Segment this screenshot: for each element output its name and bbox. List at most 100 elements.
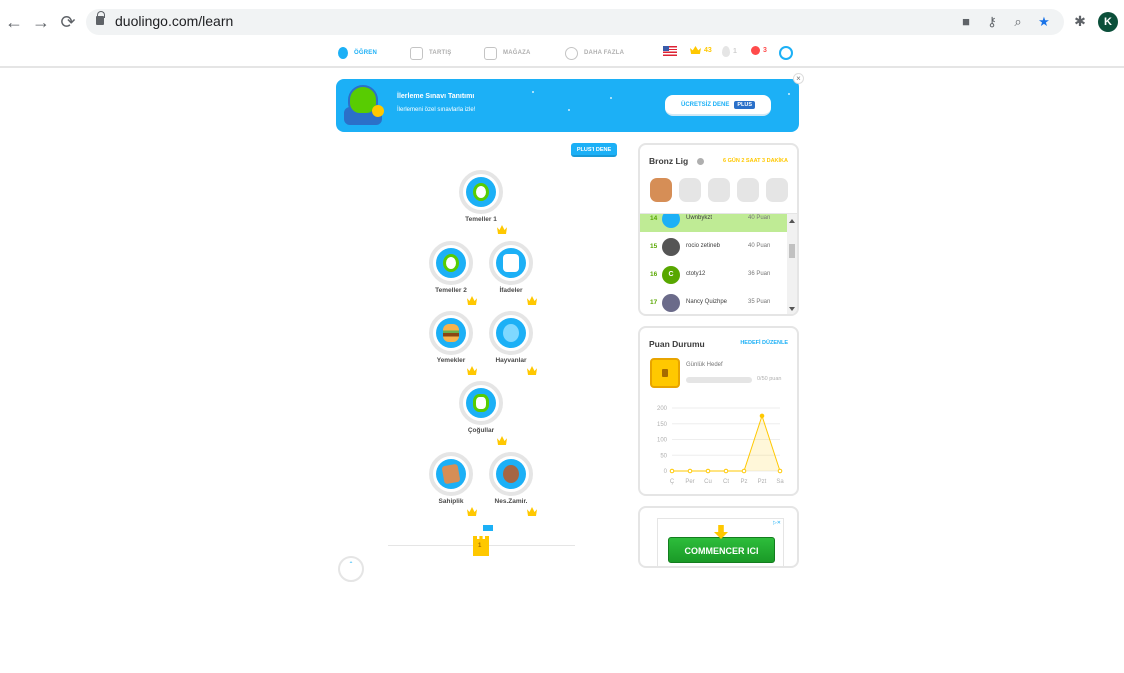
data-point xyxy=(687,468,693,474)
crowns-count[interactable]: 43 xyxy=(690,46,712,54)
crown-icon xyxy=(527,507,537,516)
skill-yemekler[interactable]: Yemekler xyxy=(421,311,481,375)
y-tick-label: 100 xyxy=(657,438,668,444)
address-bar[interactable]: duolingo.com/learn ■ ⚷ ⌕ ★ xyxy=(86,9,1064,35)
scroll-thumb[interactable] xyxy=(789,244,795,258)
url-text[interactable]: duolingo.com/learn xyxy=(115,13,233,29)
x-tick-label: Ç xyxy=(670,479,675,485)
daily-goal-progress-bar xyxy=(686,377,752,383)
scroll-up-button[interactable]: ⌃ xyxy=(338,556,364,582)
info-icon[interactable] xyxy=(697,158,704,165)
streak-count[interactable]: 1 xyxy=(722,46,737,57)
checkpoint-number: 1 xyxy=(478,543,482,549)
free-trial-button[interactable]: ÜCRETSİZ DENE PLUS xyxy=(665,95,771,116)
bookmark-star-icon[interactable]: ★ xyxy=(1036,14,1052,30)
skill-ifadeler[interactable]: İfadeler xyxy=(481,241,541,305)
rank-points: 36 Puan xyxy=(748,271,771,277)
extensions-icon[interactable]: ✱ xyxy=(1072,13,1088,29)
user-avatar xyxy=(662,294,680,312)
skill-hayvanlar[interactable]: Hayvanlar xyxy=(481,311,541,375)
forward-arrow-icon[interactable]: → xyxy=(31,12,51,32)
skill-sahiplik[interactable]: Sahiplik xyxy=(421,452,481,516)
crown-icon xyxy=(690,46,701,54)
leaderboard-row[interactable]: 16 C ctoty12 36 Puan xyxy=(640,260,787,288)
zoom-icon[interactable]: ⌕ xyxy=(1010,14,1026,30)
xp-chart: 0 50 100 150 200 Ç Per Cu Ct Pz Pzt Sa xyxy=(657,406,784,485)
flower-icon xyxy=(473,394,489,412)
badge-icon xyxy=(372,105,384,117)
hearts-value: 3 xyxy=(763,47,767,54)
ad-button[interactable]: COMMENCER ICI xyxy=(668,537,775,563)
camera-icon[interactable]: ■ xyxy=(958,14,974,30)
x-tick-label: Ct xyxy=(723,479,729,485)
rank-points: 40 Puan xyxy=(748,215,771,221)
y-tick-label: 50 xyxy=(660,453,667,459)
edit-goal-link[interactable]: HEDEFİ DÜZENLE xyxy=(740,340,788,346)
data-point xyxy=(723,468,729,474)
skill-ring xyxy=(459,170,503,214)
user-avatar xyxy=(662,214,680,228)
nav-discuss-label: TARTIŞ xyxy=(429,50,452,56)
key-icon[interactable]: ⚷ xyxy=(984,14,1000,30)
scroll-up-arrow-icon[interactable] xyxy=(789,219,795,223)
streak-value: 1 xyxy=(733,48,737,55)
leaderboard-scrollbar[interactable] xyxy=(787,214,797,314)
ad-container[interactable]: COMMENCER ICI ▷✕ xyxy=(657,518,784,566)
data-point xyxy=(741,468,747,474)
league-title: Bronz Lig xyxy=(649,156,689,166)
scroll-down-arrow-icon[interactable] xyxy=(789,307,795,311)
x-tick-label: Pzt xyxy=(758,479,767,485)
nav-more-label: DAHA FAZLA xyxy=(584,50,625,56)
data-point xyxy=(759,413,765,419)
leaderboard-row[interactable]: 15 rocio zetineb 40 Puan xyxy=(640,232,787,260)
skill-icon-bg xyxy=(436,318,466,348)
flag-icon xyxy=(483,525,493,531)
skill-temeller-1[interactable]: Temeller 1 xyxy=(451,170,511,234)
profile-avatar[interactable]: K xyxy=(1098,12,1118,32)
skill-label: İfadeler xyxy=(499,287,523,294)
leaderboard-list[interactable]: 14 Uwnbykzt 40 Puan 15 rocio zetineb 40 … xyxy=(640,213,797,314)
sparkle xyxy=(568,109,570,111)
crown-icon xyxy=(467,296,477,305)
nav-more[interactable]: DAHA FAZLA xyxy=(565,45,624,61)
crown-icon xyxy=(467,366,477,375)
reload-icon[interactable]: ⟳ xyxy=(58,12,78,32)
ad-choices-icon[interactable]: ▷✕ xyxy=(773,520,781,526)
close-icon[interactable]: × xyxy=(793,73,804,84)
skill-cogullar[interactable]: Çoğullar xyxy=(451,381,511,445)
discuss-icon xyxy=(410,46,423,60)
us-flag-icon xyxy=(663,46,677,56)
language-flag[interactable] xyxy=(663,46,677,56)
learn-icon xyxy=(338,47,348,59)
rank-points: 40 Puan xyxy=(748,243,771,249)
skill-icon-bg xyxy=(466,388,496,418)
banner-title: İlerleme Sınavı Tanıtımı xyxy=(397,93,475,100)
hearts-count[interactable]: 3 xyxy=(751,46,767,55)
skill-ring xyxy=(489,311,533,355)
rank-number: 14 xyxy=(650,215,658,222)
crown-icon xyxy=(497,225,507,234)
skill-icon-bg xyxy=(496,459,526,489)
lock-icon xyxy=(96,11,105,25)
leaderboard-row[interactable]: 17 Nancy Quizhpe 35 Puan xyxy=(640,288,787,314)
promo-banner: İlerleme Sınavı Tanıtımı İlerlemeni özel… xyxy=(336,79,799,132)
nav-shop[interactable]: MAĞAZA xyxy=(484,45,531,61)
league-time-left: 6 GÜN 2 SAAT 3 DAKİKA xyxy=(723,158,788,164)
nav-discuss[interactable]: TARTIŞ xyxy=(410,45,451,61)
free-trial-label: ÜCRETSİZ DENE xyxy=(680,101,730,108)
xp-title: Puan Durumu xyxy=(649,339,705,349)
user-menu[interactable] xyxy=(779,46,793,60)
sparkle xyxy=(610,97,612,99)
daily-goal-value: 0/50 puan xyxy=(757,376,782,382)
rank-number: 15 xyxy=(650,243,658,250)
leaderboard-row[interactable]: 14 Uwnbykzt 40 Puan xyxy=(640,214,787,232)
back-arrow-icon[interactable]: ← xyxy=(4,12,24,32)
package-icon xyxy=(441,463,461,485)
try-plus-button[interactable]: PLUS'I DENE xyxy=(571,143,617,157)
skill-nes-zamir[interactable]: Nes.Zamir. xyxy=(481,452,541,516)
skill-temeller-2[interactable]: Temeller 2 xyxy=(421,241,481,305)
xp-panel: Puan Durumu HEDEFİ DÜZENLE Günlük Hedef … xyxy=(638,326,799,496)
nav-learn[interactable]: ÖĞREN xyxy=(338,45,377,61)
fish-icon xyxy=(503,324,519,342)
sparkle xyxy=(532,91,534,93)
